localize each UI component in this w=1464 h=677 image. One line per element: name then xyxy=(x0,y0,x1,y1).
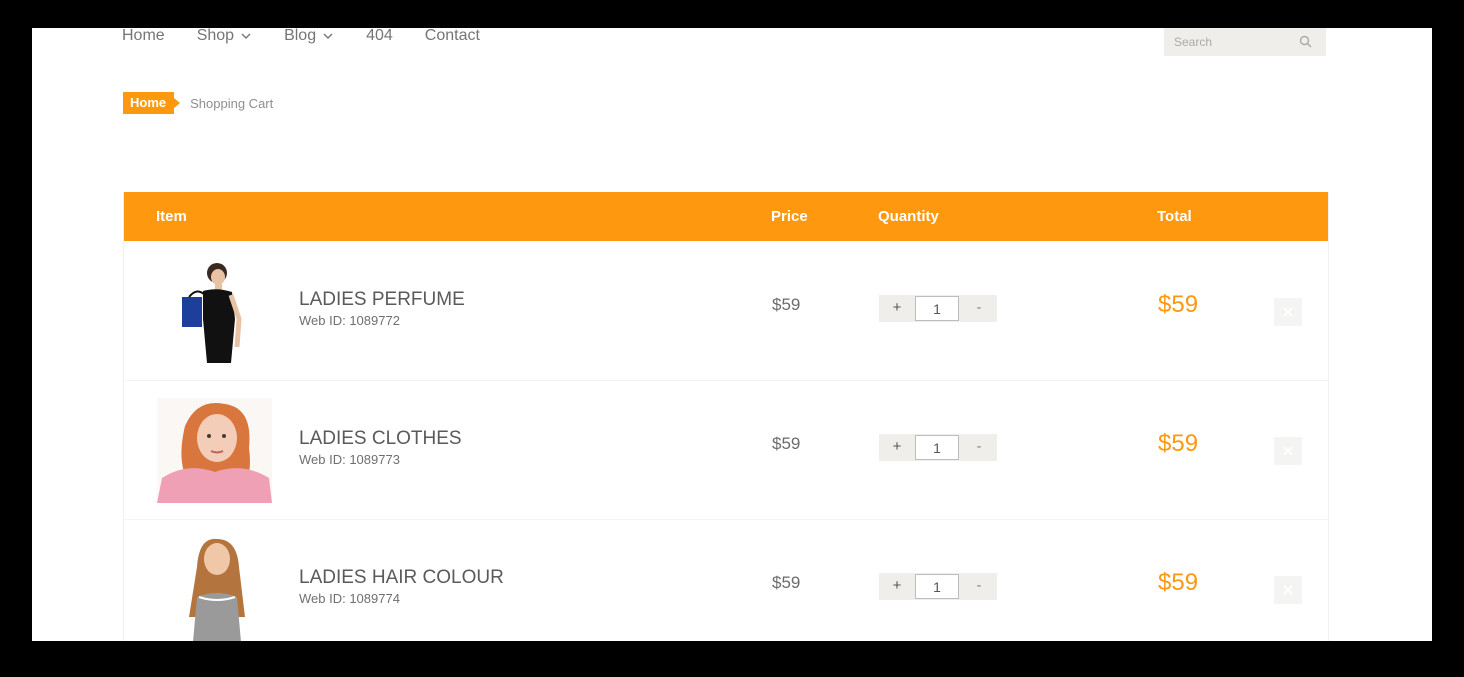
product-image-perfume[interactable] xyxy=(157,259,272,364)
nav-404[interactable]: 404 xyxy=(366,28,393,45)
nav-shop-label: Shop xyxy=(196,28,235,44)
product-price: $59 xyxy=(772,434,801,453)
quantity-input[interactable] xyxy=(915,296,959,321)
nav-contact[interactable]: Contact xyxy=(425,28,480,45)
search-icon[interactable] xyxy=(1299,35,1312,48)
quantity-decrease-button[interactable]: - xyxy=(961,295,997,322)
product-web-id: Web ID: 1089773 xyxy=(299,452,400,467)
cart-table-header: Item Price Quantity Total xyxy=(124,192,1328,241)
nav-shop[interactable]: Shop xyxy=(197,28,252,45)
quantity-stepper: + - xyxy=(879,434,997,461)
header-item: Item xyxy=(156,208,187,225)
header-quantity: Quantity xyxy=(878,208,939,225)
header-total: Total xyxy=(1157,208,1192,225)
breadcrumb: Home Shopping Cart xyxy=(123,92,273,114)
cart-row: LADIES CLOTHES Web ID: 1089773 $59 + - $… xyxy=(124,380,1328,520)
close-icon xyxy=(1283,585,1293,595)
remove-item-button[interactable] xyxy=(1274,437,1302,465)
nav-blog[interactable]: Blog xyxy=(284,28,334,45)
chevron-down-icon xyxy=(241,33,251,39)
product-name[interactable]: LADIES HAIR COLOUR xyxy=(299,567,504,589)
close-icon xyxy=(1283,307,1293,317)
quantity-decrease-button[interactable]: - xyxy=(961,434,997,461)
quantity-input[interactable] xyxy=(915,435,959,460)
close-icon xyxy=(1283,446,1293,456)
quantity-increase-button[interactable]: + xyxy=(879,295,915,322)
product-web-id: Web ID: 1089774 xyxy=(299,591,400,606)
cart-row: LADIES HAIR COLOUR Web ID: 1089774 $59 +… xyxy=(124,519,1328,641)
breadcrumb-current: Shopping Cart xyxy=(190,95,274,111)
product-price: $59 xyxy=(772,295,801,314)
chevron-down-icon xyxy=(323,33,333,39)
search-input[interactable] xyxy=(1164,28,1294,56)
nav-blog-label: Blog xyxy=(284,28,317,44)
product-web-id: Web ID: 1089772 xyxy=(299,313,400,328)
nav-home[interactable]: Home xyxy=(122,28,165,45)
row-total: $59 xyxy=(1158,430,1199,457)
quantity-input[interactable] xyxy=(915,574,959,599)
product-name[interactable]: LADIES CLOTHES xyxy=(299,428,462,450)
quantity-stepper: + - xyxy=(879,295,997,322)
breadcrumb-home[interactable]: Home xyxy=(123,92,181,114)
nav-contact-label: Contact xyxy=(424,28,480,44)
header-price: Price xyxy=(771,208,808,225)
product-name[interactable]: LADIES PERFUME xyxy=(299,289,465,311)
row-total: $59 xyxy=(1158,291,1199,318)
quantity-stepper: + - xyxy=(879,573,997,600)
nav-home-label: Home xyxy=(122,28,165,44)
product-price: $59 xyxy=(772,573,801,592)
page: Home Shop Blog 404 Contact Home Shopping… xyxy=(32,28,1432,641)
nav-404-label: 404 xyxy=(366,28,393,44)
remove-item-button[interactable] xyxy=(1274,576,1302,604)
remove-item-button[interactable] xyxy=(1274,298,1302,326)
search-box xyxy=(1164,28,1326,56)
row-total: $59 xyxy=(1158,569,1199,596)
cart-table: Item Price Quantity Total LADIES PERFUME… xyxy=(123,192,1329,641)
quantity-decrease-button[interactable]: - xyxy=(961,573,997,600)
quantity-increase-button[interactable]: + xyxy=(879,573,915,600)
quantity-increase-button[interactable]: + xyxy=(879,434,915,461)
main-nav: Home Shop Blog 404 Contact xyxy=(122,28,512,48)
cart-row: LADIES PERFUME Web ID: 1089772 $59 + - $… xyxy=(124,241,1328,381)
product-image-hair-colour[interactable] xyxy=(157,537,272,641)
product-image-clothes[interactable] xyxy=(157,398,272,503)
